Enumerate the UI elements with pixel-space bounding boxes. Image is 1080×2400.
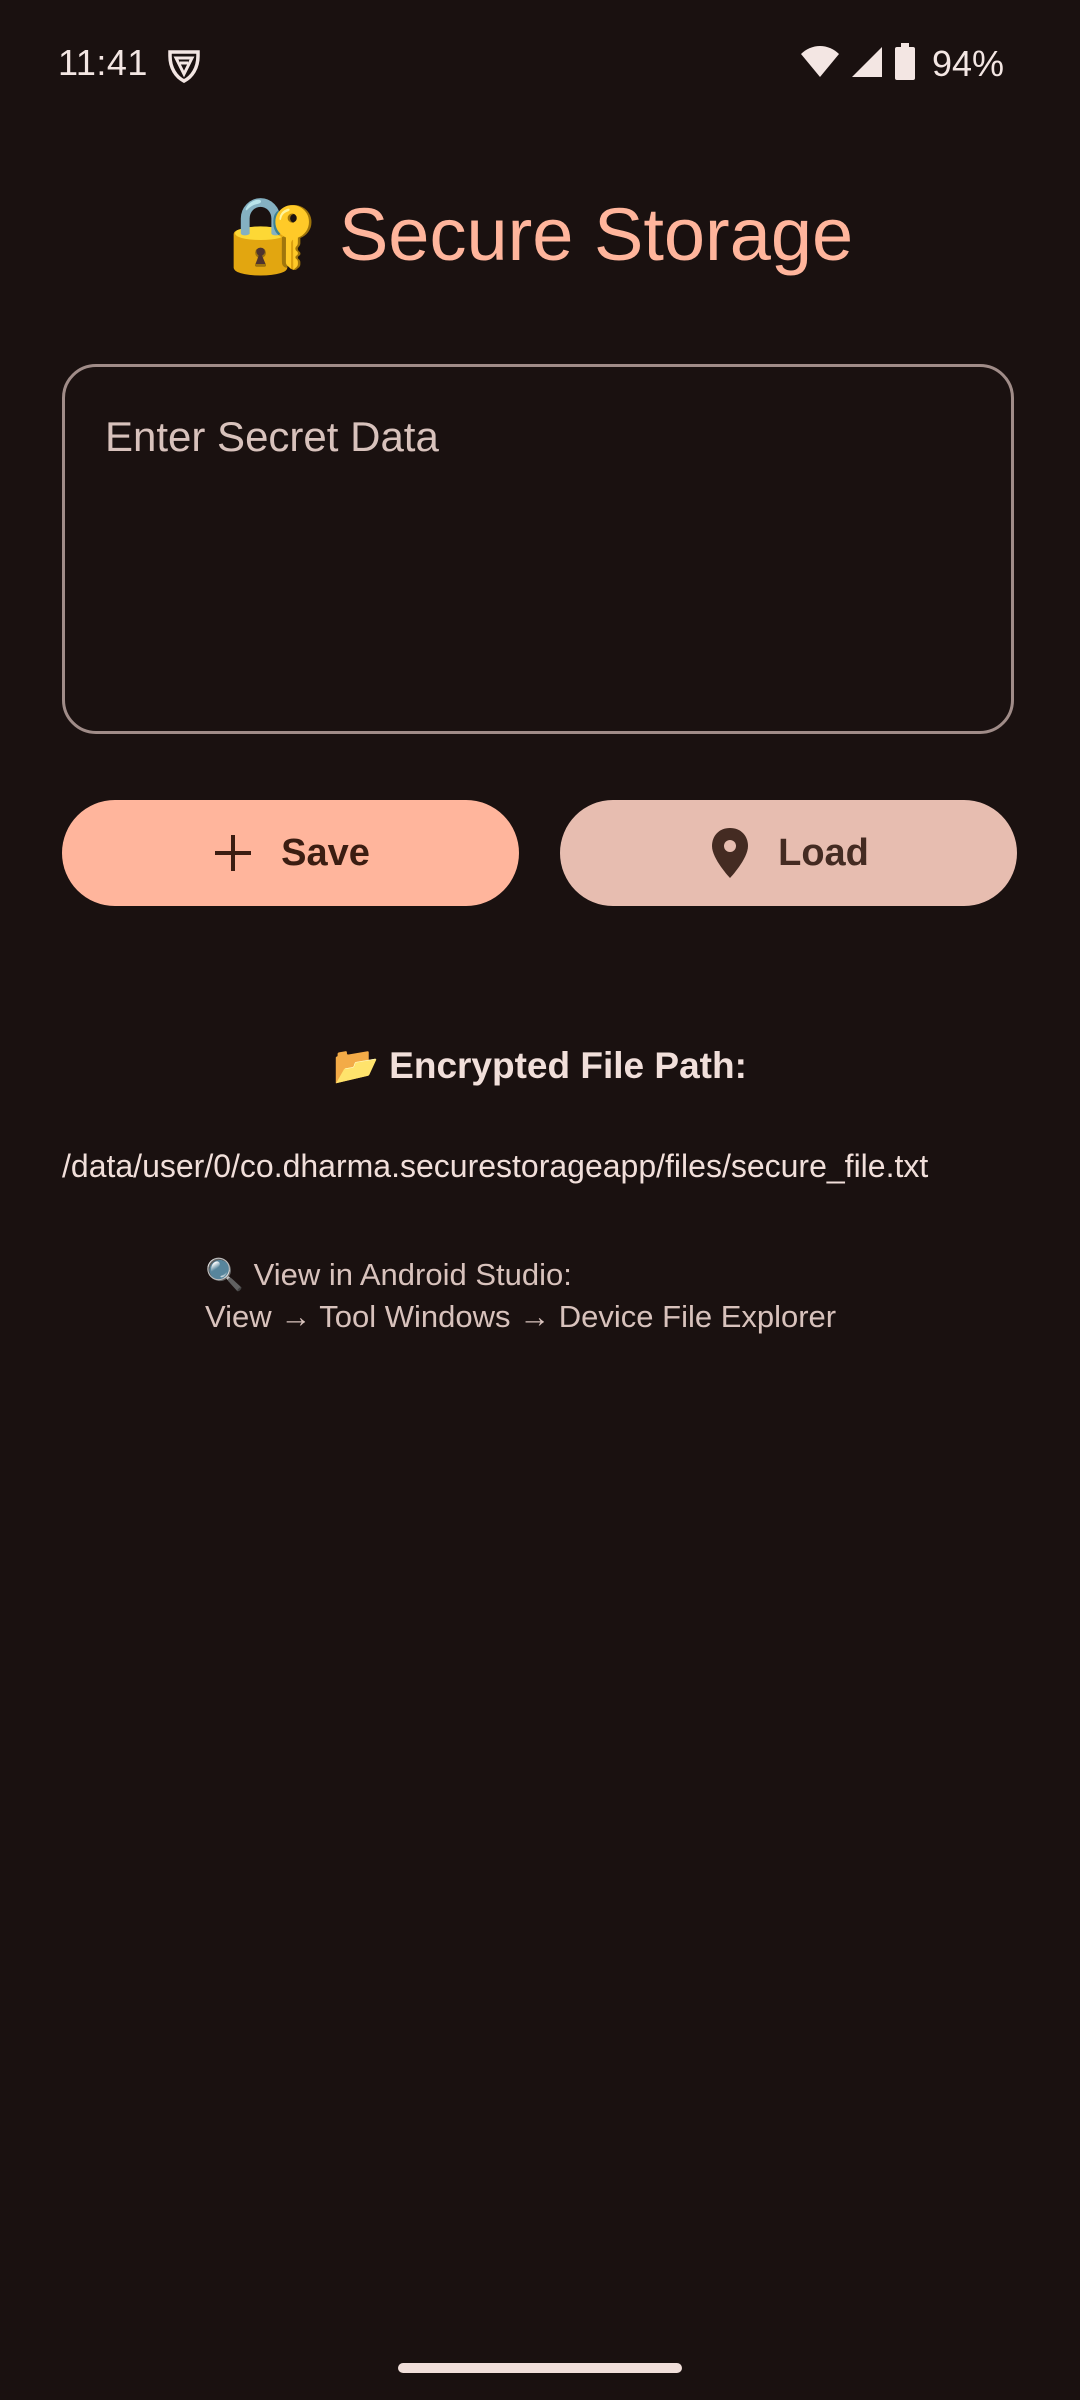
- hint-line-1-text: View in Android Studio:: [253, 1257, 572, 1292]
- save-button-label: Save: [281, 831, 370, 874]
- status-bar: 11:41 94%: [0, 0, 1080, 130]
- plus-icon: [211, 831, 255, 875]
- file-path-heading: 📂 Encrypted File Path:: [0, 1044, 1080, 1088]
- load-button-label: Load: [778, 831, 869, 874]
- hint-line-1: 🔍 View in Android Studio:: [205, 1254, 836, 1296]
- vpn-shield-icon: [166, 48, 202, 84]
- battery-percent: 94%: [931, 43, 1004, 84]
- lock-key-icon: 🔐: [226, 192, 319, 278]
- page-title: 🔐 Secure Storage: [0, 192, 1080, 279]
- magnifier-icon: 🔍: [205, 1257, 244, 1293]
- file-path-heading-text: Encrypted File Path:: [389, 1045, 747, 1086]
- android-studio-hint: 🔍 View in Android Studio: View → Tool Win…: [205, 1254, 836, 1338]
- save-button[interactable]: Save: [62, 800, 519, 906]
- status-icons: 94%: [800, 42, 1004, 86]
- cellular-signal-icon: [850, 45, 884, 84]
- load-button[interactable]: Load: [560, 800, 1017, 906]
- home-indicator[interactable]: [398, 2363, 682, 2373]
- status-time: 11:41: [58, 42, 148, 83]
- battery-icon: [894, 42, 916, 86]
- page-title-text: Secure Storage: [338, 193, 854, 276]
- hint-line-2: View → Tool Windows → Device File Explor…: [205, 1299, 837, 1334]
- secret-data-input[interactable]: [62, 364, 1014, 734]
- location-pin-icon: [708, 828, 752, 878]
- wifi-icon: [800, 45, 840, 84]
- file-path-value: /data/user/0/co.dharma.securestorageapp/…: [62, 1148, 929, 1184]
- open-folder-icon: 📂: [333, 1044, 380, 1087]
